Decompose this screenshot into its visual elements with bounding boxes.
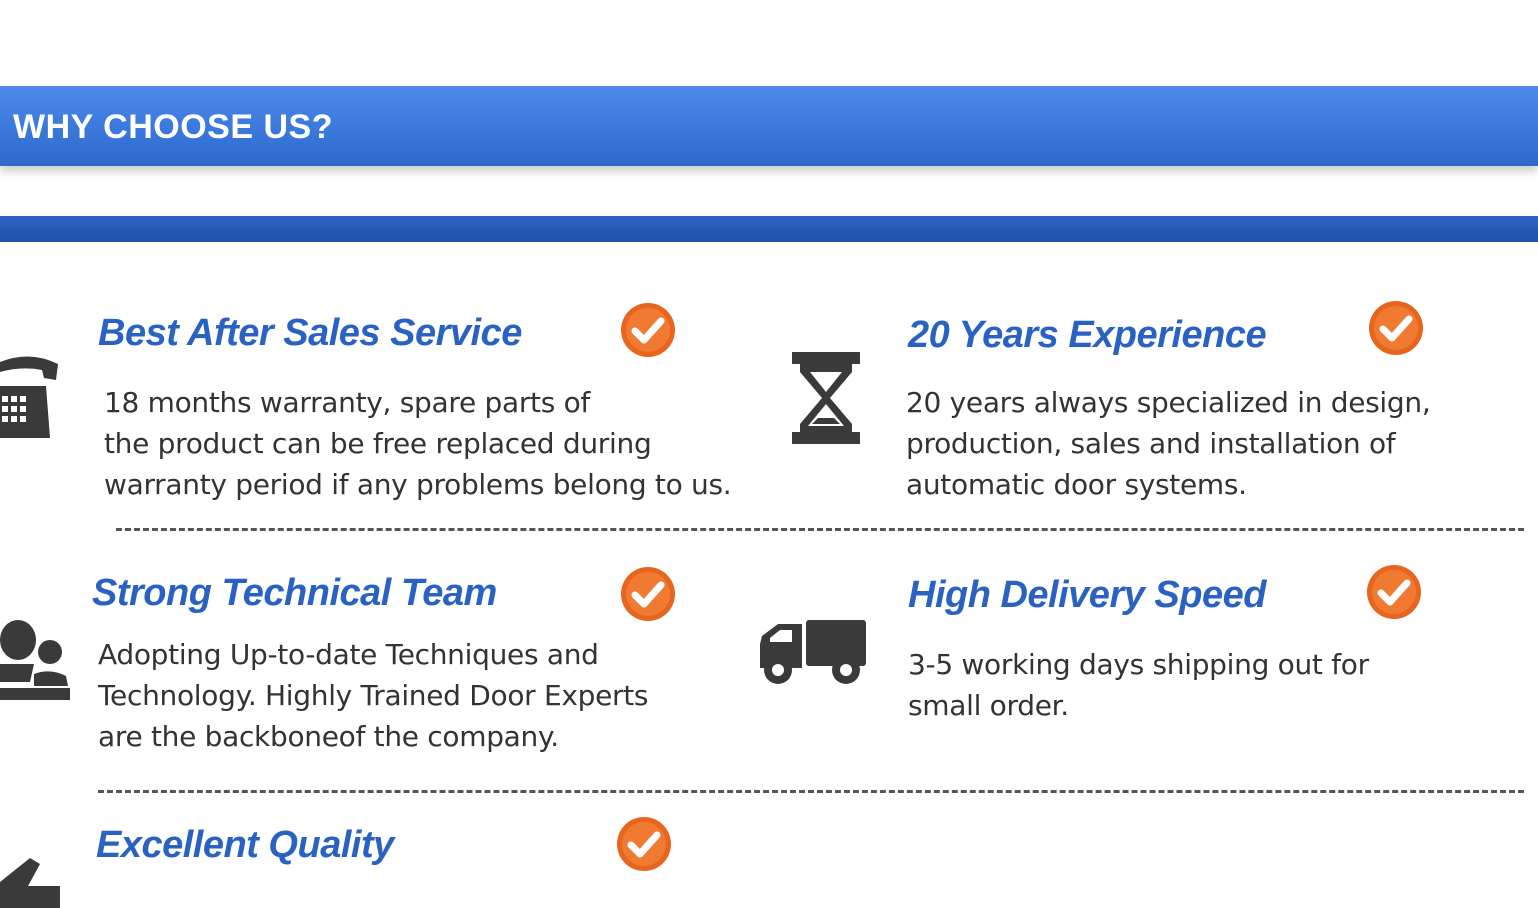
check-icon [1369,301,1423,355]
feature-title: Excellent Quality [96,824,394,866]
section-title: WHY CHOOSE US? [13,108,333,146]
check-icon [617,817,671,871]
feature-title: High Delivery Speed [908,574,1266,616]
feature-delivery-speed: High Delivery Speed 3-5 working days shi… [908,565,1508,774]
section-divider [116,528,1524,531]
feature-description: Adopting Up-to-date Techniques and Techn… [98,638,649,753]
feature-description: 20 years always specialized in design, p… [906,386,1431,501]
hourglass-icon [792,352,860,444]
feature-title: Best After Sales Service [98,312,522,354]
feature-best-after-sales: Best After Sales Service 18 months warra… [98,303,798,512]
feature-20-years: 20 Years Experience 20 years always spec… [906,301,1508,514]
feature-technical-team: Strong Technical Team Adopting Up-to-dat… [92,567,792,772]
check-icon [1367,565,1421,619]
thumbs-up-icon [0,858,60,908]
section-header-bar: WHY CHOOSE US? [0,86,1538,166]
feature-title: Strong Technical Team [92,572,497,614]
truck-icon [760,620,866,684]
section-divider [98,790,1524,793]
check-icon [621,567,675,621]
team-icon [0,620,70,700]
check-icon [621,303,675,357]
telephone-icon [0,356,58,438]
feature-description: 3-5 working days shipping out for small … [908,648,1369,722]
feature-title: 20 Years Experience [908,314,1267,356]
feature-excellent-quality: Excellent Quality [96,817,796,908]
feature-description: 18 months warranty, spare parts of the p… [104,386,732,501]
accent-bar [0,216,1538,242]
